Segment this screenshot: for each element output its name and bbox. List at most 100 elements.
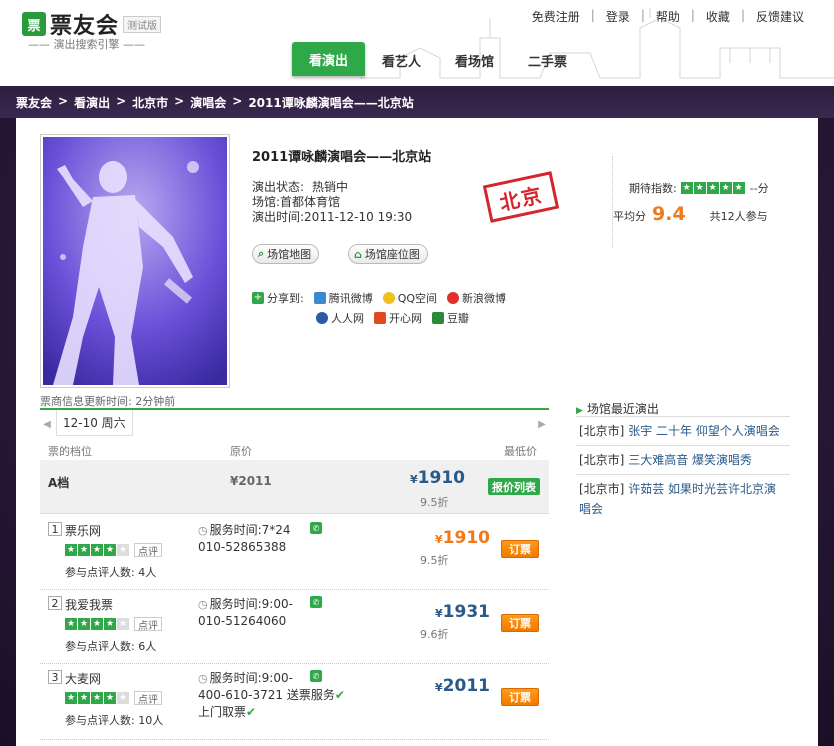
crumb-separator: > bbox=[174, 94, 185, 108]
star-icon: ★ bbox=[104, 544, 116, 556]
pickup-service: 上门取票 bbox=[198, 705, 247, 719]
star-icon: ★ bbox=[78, 618, 90, 630]
sina-weibo-icon bbox=[447, 292, 460, 304]
crumb-home[interactable]: 票友会 bbox=[16, 94, 52, 111]
tab-shows[interactable]: 看演出 bbox=[292, 42, 366, 76]
comment-button[interactable]: 点评 bbox=[134, 691, 162, 706]
comment-button[interactable]: 点评 bbox=[134, 543, 162, 558]
crumb-shows[interactable]: 看演出 bbox=[74, 94, 110, 111]
service-hours: 服务时间:9:00- bbox=[209, 671, 293, 685]
delivery-service: 送票服务 bbox=[286, 688, 335, 702]
share-kaixin[interactable]: 开心网 bbox=[374, 310, 422, 326]
event-link[interactable]: 三大难高音 爆笑演唱秀 bbox=[628, 453, 752, 467]
crumb-separator: > bbox=[116, 94, 127, 108]
register-link[interactable]: 免费注册 bbox=[532, 8, 580, 25]
feedback-link[interactable]: 反馈建议 bbox=[756, 8, 804, 25]
star-icon: ★ bbox=[91, 618, 103, 630]
login-link[interactable]: 登录 bbox=[606, 8, 630, 25]
next-date-arrow[interactable]: ▶ bbox=[535, 412, 549, 436]
plus-icon: + bbox=[252, 292, 264, 304]
sidebar-title-text: 场馆最近演出 bbox=[586, 402, 659, 416]
col-price: 原价 bbox=[230, 445, 252, 458]
avg-label: 平均分 bbox=[613, 210, 646, 223]
star-icon: ★ bbox=[104, 618, 116, 630]
expect-stars[interactable]: ★ ★ ★ ★ ★ bbox=[680, 182, 746, 194]
star-icon: ★ bbox=[693, 182, 706, 194]
clock-icon: ◷ bbox=[198, 672, 208, 685]
vendor-rating: ★ ★ ★ ★ ★ 点评 bbox=[65, 617, 162, 632]
review-count: 参与点评人数: 4人 bbox=[65, 566, 157, 579]
yen-sign: ¥ bbox=[410, 473, 418, 486]
price-list-button[interactable]: 报价列表 bbox=[488, 478, 540, 495]
tab-resale[interactable]: 二手票 bbox=[511, 44, 584, 76]
service-info: ◷ 服务时间:9:00- 400-610-3721 送票服务✔ 上门取票✔ bbox=[198, 670, 345, 721]
share-douban[interactable]: 豆瓣 bbox=[432, 310, 469, 326]
list-item[interactable]: [北京市] 许茹芸 如果时光芸许北京演唱会 bbox=[576, 474, 790, 523]
event-link[interactable]: 张宇 二十年 仰望个人演唱会 bbox=[628, 424, 780, 438]
tab-venues[interactable]: 看场馆 bbox=[438, 44, 511, 76]
divider: | bbox=[640, 8, 645, 22]
vendor-name[interactable]: 大麦网 bbox=[65, 670, 101, 687]
date-tab[interactable]: 12-10 周六 bbox=[56, 410, 133, 436]
prev-date-arrow[interactable]: ◀ bbox=[40, 412, 54, 436]
star-icon: ★ bbox=[91, 692, 103, 704]
city-tag: [北京市] bbox=[579, 453, 625, 467]
phone-icon: ✆ bbox=[310, 522, 322, 534]
phone-icon: ✆ bbox=[310, 670, 322, 682]
favorite-link[interactable]: 收藏 bbox=[706, 8, 730, 25]
share-renren-label: 人人网 bbox=[331, 312, 364, 325]
vendor-rank: 3 bbox=[48, 670, 62, 684]
avg-score: 9.4 bbox=[652, 203, 686, 225]
main-nav: 看演出 看艺人 看场馆 二手票 bbox=[292, 42, 584, 76]
yen-sign: ¥ bbox=[435, 533, 443, 546]
event-poster[interactable] bbox=[40, 134, 230, 388]
share-tencent-weibo-label: 腾讯微博 bbox=[328, 292, 373, 305]
service-phone: 010-52865388 bbox=[198, 540, 287, 554]
status-value: 热销中 bbox=[312, 180, 349, 194]
yen-sign: ¥ bbox=[435, 607, 443, 620]
share-sina-weibo[interactable]: 新浪微博 bbox=[447, 290, 506, 306]
order-button[interactable]: 订票 bbox=[501, 688, 539, 706]
vendor-price: ¥1931 bbox=[410, 602, 490, 622]
logo-mark-icon: 票 bbox=[22, 12, 46, 36]
seat-map-label: 场馆座位图 bbox=[364, 248, 420, 261]
venue-value[interactable]: 首都体育馆 bbox=[280, 195, 340, 209]
vendor-price: ¥1910 bbox=[410, 528, 490, 548]
share-qzone-label: QQ空间 bbox=[397, 292, 438, 305]
order-button[interactable]: 订票 bbox=[501, 540, 539, 558]
share-renren[interactable]: 人人网 bbox=[316, 310, 364, 326]
crumb-city[interactable]: 北京市 bbox=[132, 94, 168, 111]
col-min: 最低价 bbox=[504, 445, 537, 458]
comment-button[interactable]: 点评 bbox=[134, 617, 162, 632]
tab-artists[interactable]: 看艺人 bbox=[365, 44, 438, 76]
site-slogan: —— 演出搜索引擎 —— bbox=[28, 38, 145, 51]
vendor-name[interactable]: 票乐网 bbox=[65, 522, 101, 539]
breadcrumb-bar: 票友会 > 看演出 > 北京市 > 演唱会 > 2011谭咏麟演唱会——北京站 bbox=[0, 86, 834, 118]
share-qzone[interactable]: QQ空间 bbox=[382, 290, 438, 306]
crumb-category[interactable]: 演唱会 bbox=[190, 94, 226, 111]
list-item[interactable]: [北京市] 三大难高音 爆笑演唱秀 bbox=[576, 445, 790, 474]
qzone-icon bbox=[382, 292, 395, 304]
vendor-price-value: 2011 bbox=[442, 676, 490, 696]
venue-map-button[interactable]: ⌕ 场馆地图 bbox=[252, 244, 320, 264]
star-icon: ★ bbox=[78, 544, 90, 556]
yen-sign: ¥ bbox=[435, 681, 443, 694]
participants: 共12人参与 bbox=[709, 210, 768, 223]
list-item[interactable]: [北京市] 张宇 二十年 仰望个人演唱会 bbox=[576, 416, 790, 445]
phone-icon: ✆ bbox=[310, 596, 322, 608]
grade-min-price: ¥1910 bbox=[410, 468, 465, 488]
help-link[interactable]: 帮助 bbox=[656, 8, 680, 25]
share-tencent-weibo[interactable]: 腾讯微博 bbox=[313, 290, 373, 306]
vendor-name[interactable]: 我爱我票 bbox=[65, 596, 113, 613]
col-grade: 票的档位 bbox=[48, 445, 92, 458]
review-count: 参与点评人数: 10人 bbox=[65, 714, 164, 727]
star-empty-icon: ★ bbox=[117, 692, 129, 704]
seat-map-button[interactable]: ⌂ 场馆座位图 bbox=[348, 244, 428, 264]
star-empty-icon: ★ bbox=[117, 618, 129, 630]
breadcrumb: 票友会 > 看演出 > 北京市 > 演唱会 > 2011谭咏麟演唱会——北京站 bbox=[16, 94, 414, 111]
star-icon: ★ bbox=[65, 618, 77, 630]
star-icon: ★ bbox=[719, 182, 732, 194]
order-button[interactable]: 订票 bbox=[501, 614, 539, 632]
sidebar-list: [北京市] 张宇 二十年 仰望个人演唱会 [北京市] 三大难高音 爆笑演唱秀 [… bbox=[576, 416, 790, 523]
expect-label: 期待指数: bbox=[629, 182, 677, 195]
